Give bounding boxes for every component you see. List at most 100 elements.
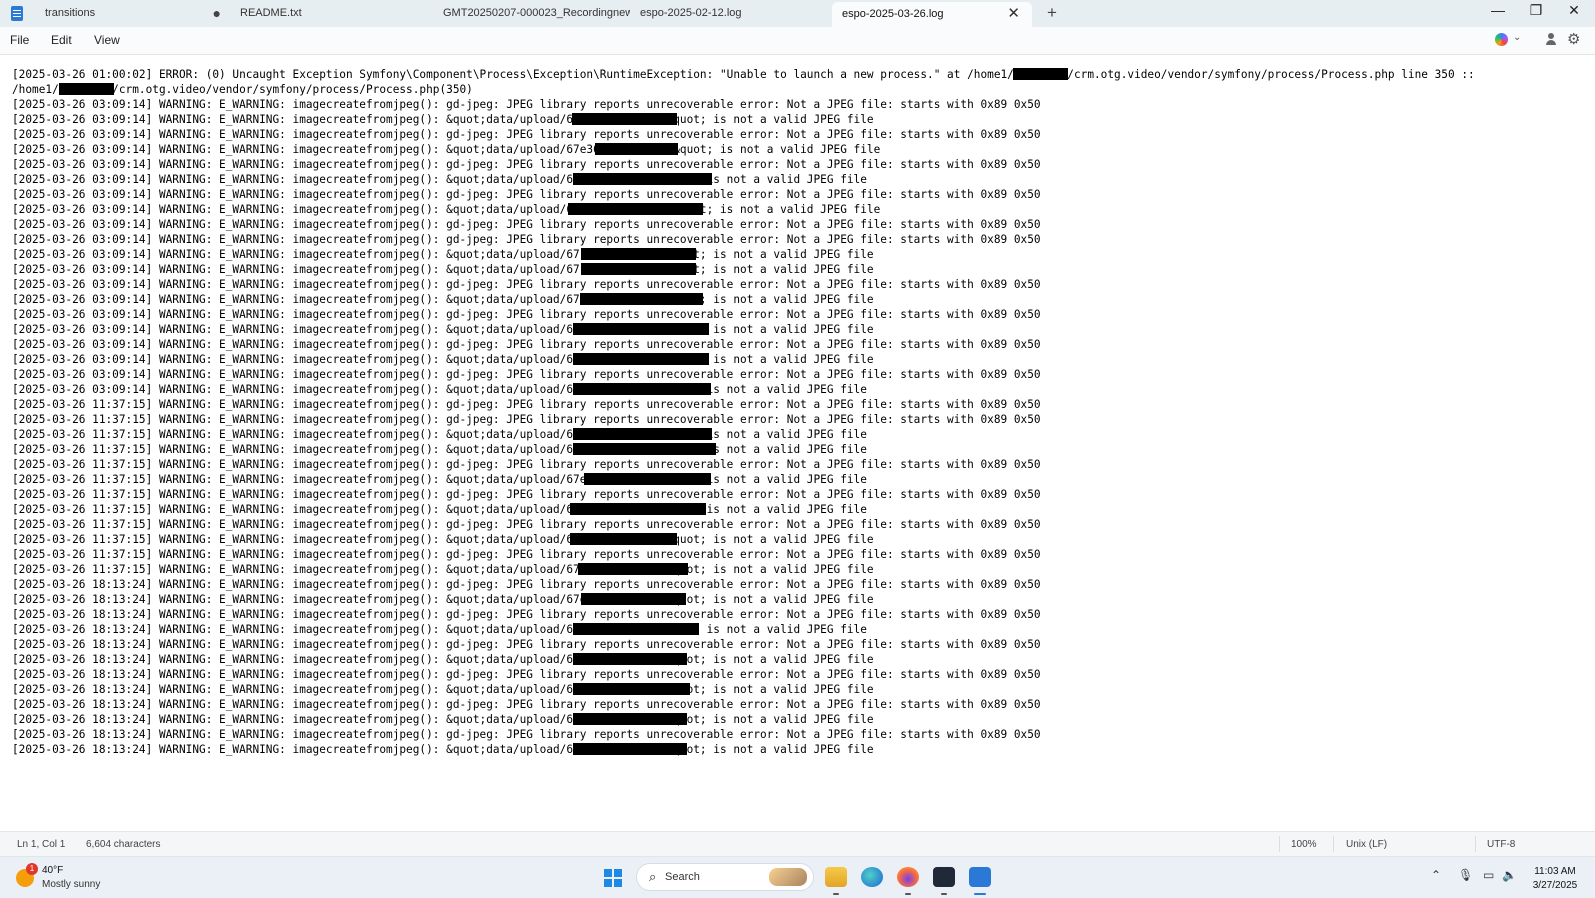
minimize-icon[interactable]: — [1483,2,1513,18]
log-line: [2025-03-26 18:13:24] WARNING: E_WARNING… [12,728,1041,741]
taskbar: 1 40°F Mostly sunny ⌕ Search ⌃ 🎙 ▭ 🔈 11:… [0,856,1595,898]
log-line: [2025-03-26 18:13:24] WARNING: E_WARNING… [12,653,874,666]
divider [1333,836,1334,852]
search-label: Search [665,871,700,883]
menu-view[interactable]: View [94,33,120,47]
log-line: [2025-03-26 03:09:14] WARNING: E_WARNING… [12,353,874,366]
log-line: [2025-03-26 03:09:14] WARNING: E_WARNING… [12,383,867,396]
log-line: [2025-03-26 11:37:15] WARNING: E_WARNING… [12,458,1041,471]
volume-icon[interactable]: 🔈 [1502,868,1517,882]
line-ending[interactable]: Unix (LF) [1346,839,1387,850]
redaction-bar [573,173,712,185]
tab-label: espo-2025-02-12.log [640,7,742,19]
log-line: [2025-03-26 18:13:24] WARNING: E_WARNING… [12,743,874,756]
tab-label: transitions [45,7,96,19]
log-line: [2025-03-26 03:09:14] WARNING: E_WARNING… [12,158,1041,171]
log-line: [2025-03-26 11:37:15] WARNING: E_WARNING… [12,398,1041,411]
redaction-bar [580,293,703,305]
log-line: [2025-03-26 11:37:15] WARNING: E_WARNING… [12,548,1041,561]
redaction-bar [595,143,678,155]
running-indicator [941,893,947,895]
redaction-bar [573,653,687,665]
status-bar: Ln 1, Col 1 6,604 characters 100% Unix (… [0,831,1595,857]
notepad-app-icon [11,6,23,21]
microphone-icon[interactable]: 🎙 [1458,868,1473,882]
clock-time: 11:03 AM [1534,866,1576,877]
log-line: [2025-03-26 18:13:24] WARNING: E_WARNING… [12,608,1041,621]
redaction-bar [1013,68,1068,80]
windows-start-icon[interactable] [604,869,622,887]
redaction-bar [578,563,688,575]
redaction-bar [573,713,687,725]
redaction-bar [581,263,696,275]
log-line: [2025-03-26 18:13:24] WARNING: E_WARNING… [12,623,867,636]
firefox-icon[interactable] [897,867,919,887]
editor-text-area[interactable]: [2025-03-26 01:00:02] ERROR: (0) Uncaugh… [0,55,1595,831]
log-line: [2025-03-26 11:37:15] WARNING: E_WARNING… [12,503,867,516]
redaction-bar [568,203,703,215]
taskbar-search[interactable]: ⌕ Search [636,863,814,891]
tab-readme[interactable]: README.txt [230,0,426,27]
chevron-up-icon[interactable]: ⌃ [1431,868,1441,882]
log-line: [2025-03-26 03:09:14] WARNING: E_WARNING… [12,113,874,126]
redaction-bar [570,533,677,545]
menu-bar: File Edit View ⌄ ⚙ [0,27,1595,55]
tab-label: README.txt [240,7,302,19]
log-line: [2025-03-26 11:37:15] WARNING: E_WARNING… [12,533,874,546]
tab-espo-2025-02-12[interactable]: espo-2025-02-12.log [630,0,826,27]
davinci-resolve-icon[interactable] [933,867,955,887]
log-line: [2025-03-26 03:09:14] WARNING: E_WARNING… [12,128,1041,141]
log-line: [2025-03-26 03:09:14] WARNING: E_WARNING… [12,173,867,186]
log-line: [2025-03-26 18:13:24] WARNING: E_WARNING… [12,578,1041,591]
close-tab-icon[interactable]: ✕ [1007,2,1020,26]
log-line: [2025-03-26 03:09:14] WARNING: E_WARNING… [12,293,874,306]
menu-edit[interactable]: Edit [51,33,72,47]
weather-description[interactable]: Mostly sunny [42,879,100,890]
log-line: [2025-03-26 11:37:15] WARNING: E_WARNING… [12,473,867,486]
network-icon[interactable]: ▭ [1483,868,1494,882]
redaction-bar [581,248,696,260]
redaction-bar [570,503,706,515]
zoom-level[interactable]: 100% [1291,839,1317,850]
chevron-down-icon[interactable]: ⌄ [1513,32,1521,43]
settings-gear-icon[interactable]: ⚙ [1567,30,1580,48]
redaction-bar [573,428,712,440]
close-window-icon[interactable]: ✕ [1559,2,1589,19]
log-line: [2025-03-26 11:37:15] WARNING: E_WARNING… [12,428,867,441]
plus-icon[interactable]: + [1047,3,1057,23]
redaction-bar [59,83,114,95]
tab-label: espo-2025-03-26.log [842,8,944,20]
tab-label: GMT20250207-000023_RecordingnewCha [443,7,630,19]
tab-gmt-recording[interactable]: GMT20250207-000023_RecordingnewCha [433,0,630,27]
file-explorer-icon[interactable] [825,867,847,887]
weather-temperature[interactable]: 40°F [42,865,63,876]
tab-espo-2025-03-26[interactable]: espo-2025-03-26.log ✕ [832,2,1032,27]
redaction-bar [584,473,711,485]
log-line: [2025-03-26 03:09:14] WARNING: E_WARNING… [12,248,874,261]
log-line: [2025-03-26 11:37:15] WARNING: E_WARNING… [12,443,867,456]
redaction-bar [581,593,686,605]
log-line: [2025-03-26 11:37:15] WARNING: E_WARNING… [12,488,1041,501]
account-icon[interactable] [1545,33,1557,46]
redaction-bar [573,383,711,395]
log-line: [2025-03-26 03:09:14] WARNING: E_WARNING… [12,218,1041,231]
log-line: [2025-03-26 18:13:24] WARNING: E_WARNING… [12,638,1041,651]
copilot-icon[interactable] [1495,33,1508,46]
log-line: [2025-03-26 03:09:14] WARNING: E_WARNING… [12,338,1041,351]
log-line: [2025-03-26 01:00:02] ERROR: (0) Uncaugh… [12,68,1475,81]
tab-transitions[interactable]: transitions ● [35,0,235,27]
encoding[interactable]: UTF-8 [1487,839,1515,850]
log-line: [2025-03-26 03:09:14] WARNING: E_WARNING… [12,278,1041,291]
log-line: [2025-03-26 03:09:14] WARNING: E_WARNING… [12,188,1041,201]
restore-icon[interactable]: ❐ [1521,2,1551,19]
divider [1475,836,1476,852]
system-clock[interactable]: 11:03 AM 3/27/2025 [1525,865,1585,893]
log-line: [2025-03-26 03:09:14] WARNING: E_WARNING… [12,233,1041,246]
character-count: 6,604 characters [86,839,161,850]
redaction-bar [573,323,709,335]
notepad-taskbar-icon[interactable] [969,867,991,887]
clock-date: 3/27/2025 [1532,880,1578,891]
menu-file[interactable]: File [10,33,29,47]
edge-browser-icon[interactable] [861,867,883,887]
redaction-bar [573,743,687,755]
